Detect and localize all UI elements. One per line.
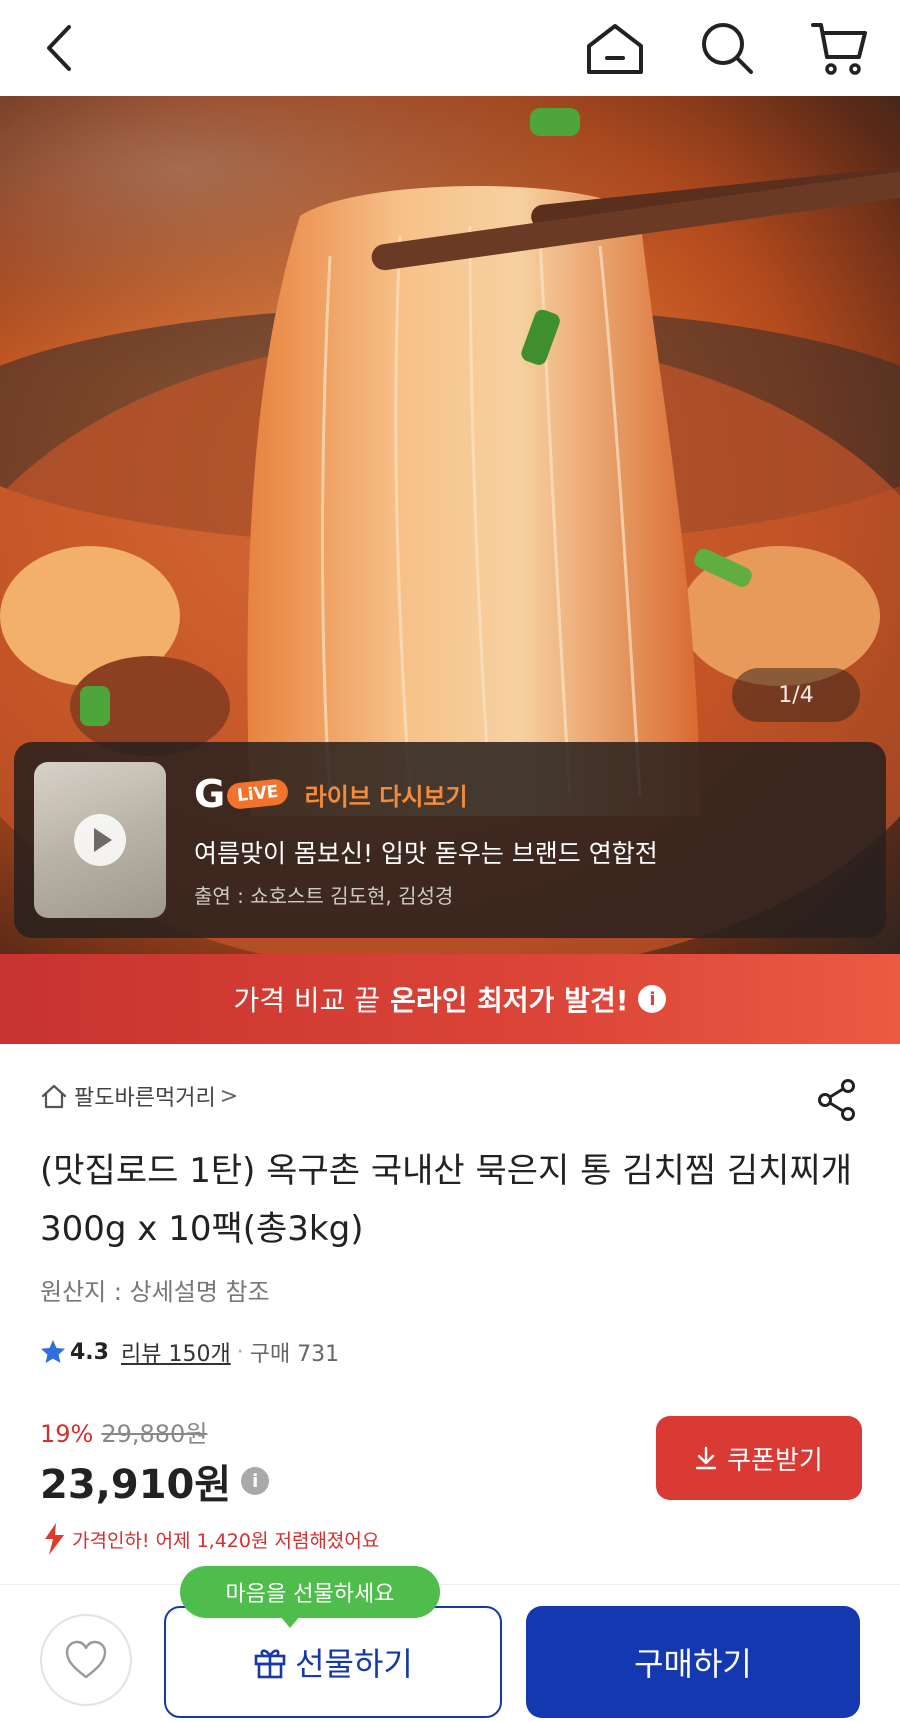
lowest-price-banner[interactable]: 가격 비교 끝 온라인 최저가 발견! i <box>0 954 900 1044</box>
home-outline-icon <box>41 1084 67 1109</box>
store-name: 팔도바른먹거리 <box>74 1086 216 1111</box>
banner-highlight: 온라인 최저가 발견! <box>390 984 629 1017</box>
gift-icon <box>254 1649 286 1679</box>
image-counter: 1/4 <box>732 668 860 722</box>
live-replay-label: 라이브 다시보기 <box>304 782 468 811</box>
chevron-right-icon: > <box>219 1083 239 1109</box>
home-button[interactable] <box>575 0 655 96</box>
cart-icon <box>811 23 867 75</box>
price-info-icon[interactable]: i <box>241 1467 270 1495</box>
live-cast: 출연 : 쇼호스트 김도현, 김성경 <box>194 884 454 908</box>
heart-icon <box>65 1640 107 1679</box>
price-drop-notice: 가격인하! 어제 1,420원 저렴해졌어요 <box>40 1522 379 1556</box>
product-image-carousel[interactable]: 1/4 G LiVE 라이브 다시보기 여름맞이 몸보신! 입맛 돋우는 브랜드… <box>0 96 900 954</box>
gift-button[interactable]: 선물하기 <box>164 1606 502 1718</box>
banner-prefix: 가격 비교 끝 <box>233 984 381 1017</box>
coupon-label: 쿠폰받기 <box>727 1445 823 1476</box>
share-button[interactable] <box>815 1078 859 1126</box>
cart-button[interactable] <box>800 0 880 96</box>
store-link[interactable]: 팔도바른먹거리 > <box>40 1080 238 1112</box>
glive-logo: G LiVE 라이브 다시보기 <box>194 772 468 816</box>
product-origin: 원산지 : 상세설명 참조 <box>40 1278 270 1306</box>
coupon-button[interactable]: 쿠폰받기 <box>656 1416 862 1500</box>
price-row: 23,910원 i <box>40 1452 270 1510</box>
rating-row: 4.3 리뷰 150개 · 구매 731 <box>40 1336 339 1368</box>
price-down-arrow-icon <box>45 1523 64 1555</box>
buy-button[interactable]: 구매하기 <box>526 1606 860 1718</box>
live-thumbnail[interactable] <box>34 762 166 918</box>
glive-g: G <box>194 772 226 816</box>
home-icon <box>587 24 643 74</box>
gift-label: 선물하기 <box>295 1645 413 1683</box>
product-title: (맛집로드 1탄) 옥구촌 국내산 묵은지 통 김치찜 김치찌개 300g x … <box>40 1151 852 1249</box>
review-link[interactable]: 리뷰 150개 <box>121 1336 231 1368</box>
live-title: 여름맞이 몸보신! 입맛 돋우는 브랜드 연합전 <box>194 839 658 868</box>
discount-row: 19% 29,880원 <box>40 1414 207 1449</box>
gift-tooltip-bubble: 마음을 선물하세요 <box>180 1566 440 1628</box>
price-drop-text: 가격인하! 어제 1,420원 저렴해졌어요 <box>72 1529 380 1552</box>
back-button[interactable] <box>28 0 88 96</box>
buy-label: 구매하기 <box>634 1645 752 1683</box>
purchase-count: 구매 731 <box>249 1342 340 1367</box>
play-icon[interactable] <box>74 814 126 866</box>
live-replay-card[interactable]: G LiVE 라이브 다시보기 여름맞이 몸보신! 입맛 돋우는 브랜드 연합전… <box>14 742 886 938</box>
sale-price: 23,910원 <box>40 1462 232 1508</box>
star-icon <box>41 1340 65 1363</box>
download-icon <box>695 1446 717 1470</box>
search-icon <box>702 23 753 74</box>
separator-dot: · <box>236 1339 244 1365</box>
wishlist-button[interactable] <box>40 1614 132 1706</box>
original-price: 29,880원 <box>101 1420 208 1448</box>
top-bar <box>0 0 900 96</box>
back-icon <box>47 25 71 71</box>
rating-score: 4.3 <box>70 1339 109 1365</box>
discount-rate: 19% <box>40 1420 94 1448</box>
info-icon[interactable]: i <box>638 985 667 1013</box>
live-badge: LiVE <box>226 777 290 811</box>
share-icon <box>818 1079 855 1121</box>
search-button[interactable] <box>692 0 762 96</box>
